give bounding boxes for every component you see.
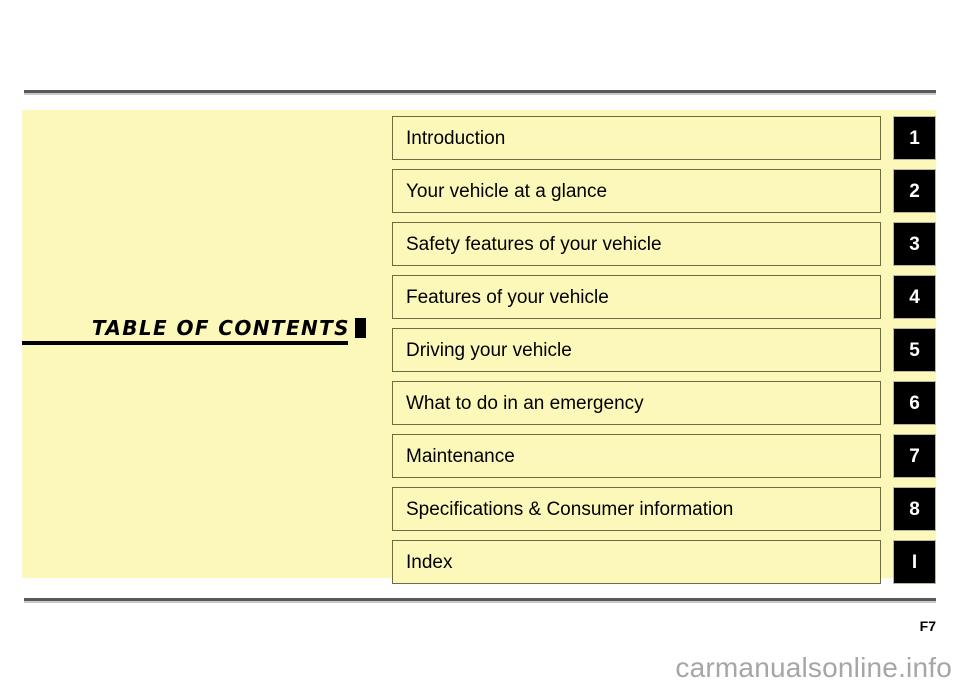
toc-entry-label: Safety features of your vehicle — [406, 233, 662, 255]
toc-entry-what-to-do-in-an-emergency[interactable]: What to do in an emergency — [392, 381, 881, 425]
toc-entry-your-vehicle-at-a-glance[interactable]: Your vehicle at a glance — [392, 169, 881, 213]
watermark: carmanualsonline.info — [675, 652, 952, 683]
toc-tab-7[interactable]: 7 — [893, 434, 936, 478]
toc-tab-label: 8 — [909, 498, 920, 520]
toc-entry-label: Introduction — [406, 127, 506, 149]
toc-entry-index[interactable]: Index — [392, 540, 881, 584]
toc-tab-label: 2 — [909, 180, 920, 202]
toc-tab-label: I — [911, 551, 918, 573]
toc-tab-label: 3 — [909, 233, 920, 255]
title-underline — [22, 341, 348, 345]
toc-entry-driving-your-vehicle[interactable]: Driving your vehicle — [392, 328, 881, 372]
toc-tab-label: 5 — [909, 339, 920, 361]
toc-entry-label: What to do in an emergency — [406, 392, 644, 414]
toc-tab-1[interactable]: 1 — [893, 116, 936, 160]
bottom-rule — [24, 598, 936, 601]
table-row[interactable]: Features of your vehicle 4 — [392, 275, 936, 319]
page-title: TABLE OF CONTENTS — [22, 316, 366, 340]
toc-tab-label: 7 — [909, 445, 920, 467]
table-row[interactable]: Index I — [392, 540, 936, 584]
toc-tab-3[interactable]: 3 — [893, 222, 936, 266]
table-row[interactable]: Driving your vehicle 5 — [392, 328, 936, 372]
toc-tab-5[interactable]: 5 — [893, 328, 936, 372]
toc-entry-maintenance[interactable]: Maintenance — [392, 434, 881, 478]
toc-tab-8[interactable]: 8 — [893, 487, 936, 531]
page-title-text: TABLE OF CONTENTS — [91, 316, 350, 340]
title-square-marker — [355, 318, 366, 338]
toc-tab-label: 4 — [909, 286, 920, 308]
toc-tab-4[interactable]: 4 — [893, 275, 936, 319]
table-row[interactable]: Maintenance 7 — [392, 434, 936, 478]
toc-entry-label: Your vehicle at a glance — [406, 180, 608, 202]
toc-tab-6[interactable]: 6 — [893, 381, 936, 425]
toc-entry-features-of-your-vehicle[interactable]: Features of your vehicle — [392, 275, 881, 319]
table-row[interactable]: Safety features of your vehicle 3 — [392, 222, 936, 266]
manual-page: TABLE OF CONTENTS Introduction 1 Your ve… — [0, 0, 960, 689]
toc-entry-label: Features of your vehicle — [406, 286, 609, 308]
toc-entry-introduction[interactable]: Introduction — [392, 116, 881, 160]
toc-row-list: Introduction 1 Your vehicle at a glance … — [392, 116, 936, 584]
toc-entry-label: Driving your vehicle — [406, 339, 572, 361]
page-number: F7 — [919, 618, 936, 634]
toc-entry-specifications-consumer-information[interactable]: Specifications & Consumer information — [392, 487, 881, 531]
top-rule — [24, 90, 936, 93]
toc-tab-2[interactable]: 2 — [893, 169, 936, 213]
title-area: TABLE OF CONTENTS — [22, 110, 370, 578]
toc-tab-label: 6 — [909, 392, 920, 414]
toc-entry-label: Maintenance — [406, 445, 515, 467]
toc-entry-safety-features[interactable]: Safety features of your vehicle — [392, 222, 881, 266]
table-row[interactable]: Introduction 1 — [392, 116, 936, 160]
table-row[interactable]: Your vehicle at a glance 2 — [392, 169, 936, 213]
toc-tab-label: 1 — [909, 127, 920, 149]
toc-entry-label: Index — [406, 551, 453, 573]
toc-entry-label: Specifications & Consumer information — [406, 498, 734, 520]
toc-tab-index[interactable]: I — [893, 540, 936, 584]
table-row[interactable]: Specifications & Consumer information 8 — [392, 487, 936, 531]
table-of-contents-panel: TABLE OF CONTENTS Introduction 1 Your ve… — [22, 110, 936, 584]
table-row[interactable]: What to do in an emergency 6 — [392, 381, 936, 425]
